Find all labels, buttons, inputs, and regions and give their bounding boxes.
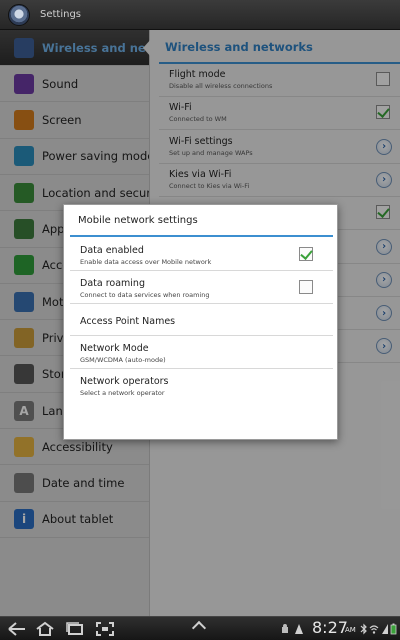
dialog-row-checkbox[interactable] [299, 247, 313, 261]
signal-icon [382, 624, 388, 634]
warning-icon [295, 624, 303, 634]
system-bar: 8:27 AM [0, 616, 400, 640]
dialog-row-subtitle: Select a network operator [80, 389, 165, 397]
dialog-row-title: Network Mode [80, 343, 149, 354]
dialog-row-title: Data enabled [80, 245, 144, 256]
settings-app-icon [8, 3, 30, 26]
dialog-row-title: Data roaming [80, 278, 145, 289]
dialog-row-title: Network operators [80, 376, 169, 387]
dialog-title-divider [70, 235, 333, 237]
window-title: Settings [40, 9, 82, 20]
bluetooth-icon [360, 623, 367, 635]
dialog-row-subtitle: GSM/WCDMA (auto-mode) [80, 356, 166, 364]
dialog-row-subtitle: Enable data access over Mobile network [80, 258, 212, 266]
mobile-network-settings-dialog: Mobile network settings Data enabled Enab… [63, 204, 338, 440]
dialog-row-3[interactable]: Access Point Names [70, 304, 333, 336]
wifi-icon [369, 625, 379, 634]
dialog-row-2[interactable]: Data roaming Connect to data services whe… [70, 271, 333, 304]
dialog-row-4[interactable]: Network Mode GSM/WCDMA (auto-mode) [70, 336, 333, 369]
home-icon[interactable] [34, 621, 56, 637]
content-area: Wireless and netw Sound Screen Power saving… [0, 30, 400, 616]
screenshot-icon[interactable] [94, 621, 116, 637]
dialog-title: Mobile network settings [78, 215, 198, 226]
status-ampm: AM [345, 626, 356, 634]
android-icon [282, 624, 288, 633]
mini-apps-chevron-icon[interactable] [191, 620, 207, 636]
dialog-row-subtitle: Connect to data services when roaming [80, 291, 210, 299]
dialog-row-5[interactable]: Network operators Select a network operat… [70, 369, 333, 402]
status-clock: 8:27 [312, 618, 348, 637]
back-icon[interactable] [6, 621, 28, 637]
title-bar: Settings [0, 0, 400, 30]
dialog-row-title: Access Point Names [80, 316, 176, 327]
dialog-row-1[interactable]: Data enabled Enable data access over Mobi… [70, 238, 333, 271]
battery-icon [390, 623, 397, 635]
recent-apps-icon[interactable] [64, 621, 86, 637]
dialog-row-checkbox[interactable] [299, 280, 313, 294]
